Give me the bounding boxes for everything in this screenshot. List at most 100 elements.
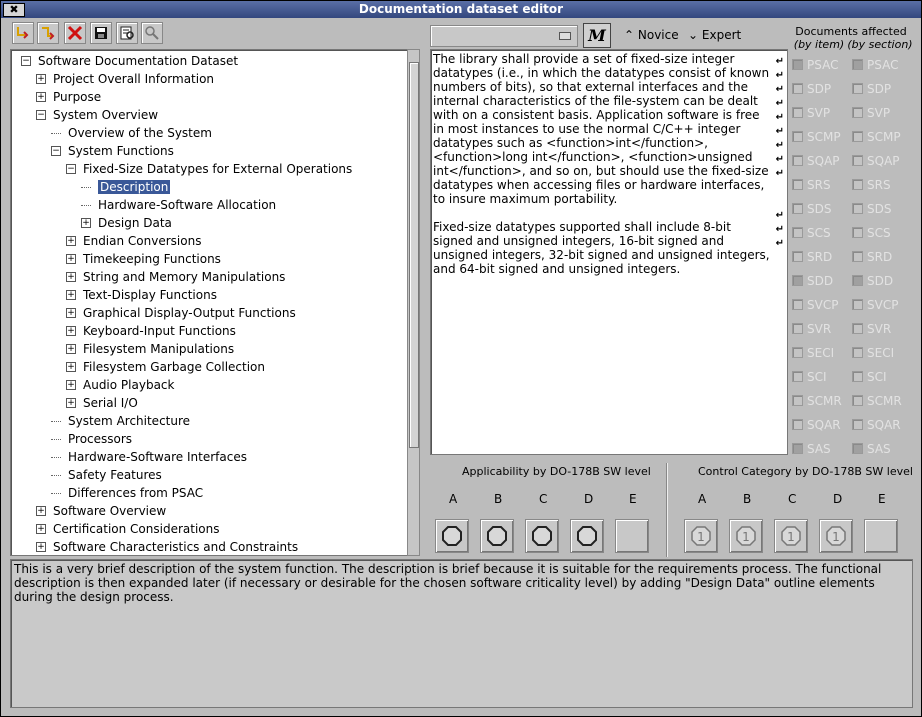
scroll-thumb[interactable] (409, 62, 419, 448)
outline-tree[interactable]: − Software Documentation Dataset + Project … (10, 49, 408, 556)
tree-node[interactable]: Keyboard-Input Functions (83, 323, 236, 339)
tree-node[interactable]: Hardware-Software Allocation (98, 197, 276, 213)
expand-icon[interactable]: + (66, 236, 76, 246)
document-checkbox-item[interactable]: PSAC (792, 57, 838, 73)
expand-icon[interactable]: + (66, 254, 76, 264)
document-checkbox-item[interactable]: SCMR (792, 393, 842, 409)
document-checkbox-item[interactable]: SDS (792, 201, 831, 217)
save-button[interactable] (90, 22, 112, 44)
document-checkbox-section[interactable]: SCMP (852, 129, 901, 145)
tree-node[interactable]: System Architecture (68, 413, 190, 429)
control-level-button[interactable]: 1 (684, 519, 718, 553)
tree-node[interactable]: Safety Features (68, 467, 162, 483)
document-checkbox-section[interactable]: SCMR (852, 393, 902, 409)
document-checkbox-section[interactable]: SRD (852, 249, 892, 265)
tree-node[interactable]: Processors (68, 431, 132, 447)
expand-icon[interactable]: + (66, 398, 76, 408)
expand-icon[interactable]: + (66, 380, 76, 390)
markup-button[interactable]: M (583, 23, 611, 48)
expand-icon[interactable]: + (36, 524, 46, 534)
document-checkbox-section[interactable]: SVCP (852, 297, 898, 313)
document-checkbox-item[interactable]: SQAP (792, 153, 840, 169)
text-editor[interactable]: The library shall provide a set of fixed… (430, 49, 788, 455)
preview-button[interactable] (116, 22, 138, 44)
control-level-button[interactable]: 1 (819, 519, 853, 553)
document-checkbox-section[interactable]: SVP (852, 105, 890, 121)
document-checkbox-section[interactable]: SRS (852, 177, 891, 193)
document-checkbox-item[interactable]: SRD (792, 249, 832, 265)
document-checkbox-section[interactable]: SCI (852, 369, 887, 385)
tree-node[interactable]: Filesystem Manipulations (83, 341, 234, 357)
tree-node[interactable]: Purpose (53, 89, 101, 105)
document-checkbox-item[interactable]: SECI (792, 345, 834, 361)
document-checkbox-section[interactable]: PSAC (852, 57, 898, 73)
document-checkbox-item[interactable]: SDD (792, 273, 833, 289)
document-checkbox-item[interactable]: SDP (792, 81, 831, 97)
tree-node[interactable]: Description (98, 179, 171, 195)
document-checkbox-item[interactable]: SCI (792, 369, 827, 385)
document-checkbox-item[interactable]: SVR (792, 321, 831, 337)
expand-icon[interactable]: + (36, 92, 46, 102)
tree-node[interactable]: System Overview (53, 107, 158, 123)
tree-node[interactable]: Certification Considerations (53, 521, 219, 537)
tree-node[interactable]: Graphical Display-Output Functions (83, 305, 296, 321)
document-checkbox-section[interactable]: SQAP (852, 153, 900, 169)
delete-button[interactable] (64, 22, 86, 44)
tree-node[interactable]: Audio Playback (83, 377, 174, 393)
document-checkbox-item[interactable]: SVP (792, 105, 830, 121)
description-panel[interactable]: This is a very brief description of the … (10, 559, 913, 708)
tree-node[interactable]: Serial I/O (83, 395, 138, 411)
expand-icon[interactable]: + (66, 344, 76, 354)
expand-icon[interactable]: + (36, 506, 46, 516)
tree-node[interactable]: Filesystem Garbage Collection (83, 359, 265, 375)
document-checkbox-section[interactable]: SVR (852, 321, 891, 337)
document-checkbox-section[interactable]: SAS (852, 441, 891, 457)
collapse-icon[interactable]: − (66, 164, 76, 174)
collapse-icon[interactable]: − (21, 56, 31, 66)
document-checkbox-section[interactable]: SQAR (852, 417, 901, 433)
expand-icon[interactable]: + (66, 308, 76, 318)
style-dropdown[interactable] (430, 25, 578, 47)
expand-icon[interactable]: + (36, 74, 46, 84)
document-checkbox-section[interactable]: SDS (852, 201, 891, 217)
control-level-button[interactable]: 1 (729, 519, 763, 553)
control-level-button[interactable]: 1 (774, 519, 808, 553)
search-button[interactable] (141, 22, 163, 44)
document-checkbox-item[interactable]: SCS (792, 225, 831, 241)
tree-node[interactable]: Endian Conversions (83, 233, 201, 249)
expand-icon[interactable]: + (66, 290, 76, 300)
tree-node[interactable]: Software Characteristics and Constraints (53, 539, 298, 555)
expand-icon[interactable]: + (66, 326, 76, 336)
document-checkbox-item[interactable]: SCMP (792, 129, 841, 145)
applicability-level-button[interactable] (615, 519, 649, 553)
document-checkbox-section[interactable]: SDP (852, 81, 891, 97)
document-checkbox-section[interactable]: SDD (852, 273, 893, 289)
tree-node[interactable]: Overview of the System (68, 125, 212, 141)
expand-icon[interactable]: + (66, 362, 76, 372)
tree-node[interactable]: Design Data (98, 215, 172, 231)
tree-node[interactable]: Software Overview (53, 503, 166, 519)
tree-scrollbar[interactable] (407, 49, 420, 556)
document-checkbox-item[interactable]: SRS (792, 177, 831, 193)
document-checkbox-item[interactable]: SQAR (792, 417, 841, 433)
applicability-level-button[interactable] (480, 519, 514, 553)
mode-expert-radio[interactable]: ⌄ Expert (688, 28, 741, 42)
tree-node[interactable]: String and Memory Manipulations (83, 269, 285, 285)
expand-icon[interactable]: + (81, 218, 91, 228)
document-checkbox-section[interactable]: SECI (852, 345, 894, 361)
add-sibling-button[interactable] (12, 22, 34, 44)
document-checkbox-item[interactable]: SVCP (792, 297, 838, 313)
tree-node[interactable]: System Functions (68, 143, 174, 159)
control-level-button[interactable] (864, 519, 898, 553)
mode-novice-radio[interactable]: ⌃ Novice (624, 28, 679, 42)
add-child-button[interactable] (37, 22, 59, 44)
document-checkbox-section[interactable]: SCS (852, 225, 891, 241)
expand-icon[interactable]: + (66, 272, 76, 282)
tree-node[interactable]: Differences from PSAC (68, 485, 203, 501)
document-checkbox-item[interactable]: SAS (792, 441, 831, 457)
tree-node[interactable]: Software Documentation Dataset (38, 53, 238, 69)
applicability-level-button[interactable] (570, 519, 604, 553)
collapse-icon[interactable]: − (51, 146, 61, 156)
expand-icon[interactable]: + (36, 542, 46, 552)
tree-node[interactable]: Hardware-Software Interfaces (68, 449, 247, 465)
